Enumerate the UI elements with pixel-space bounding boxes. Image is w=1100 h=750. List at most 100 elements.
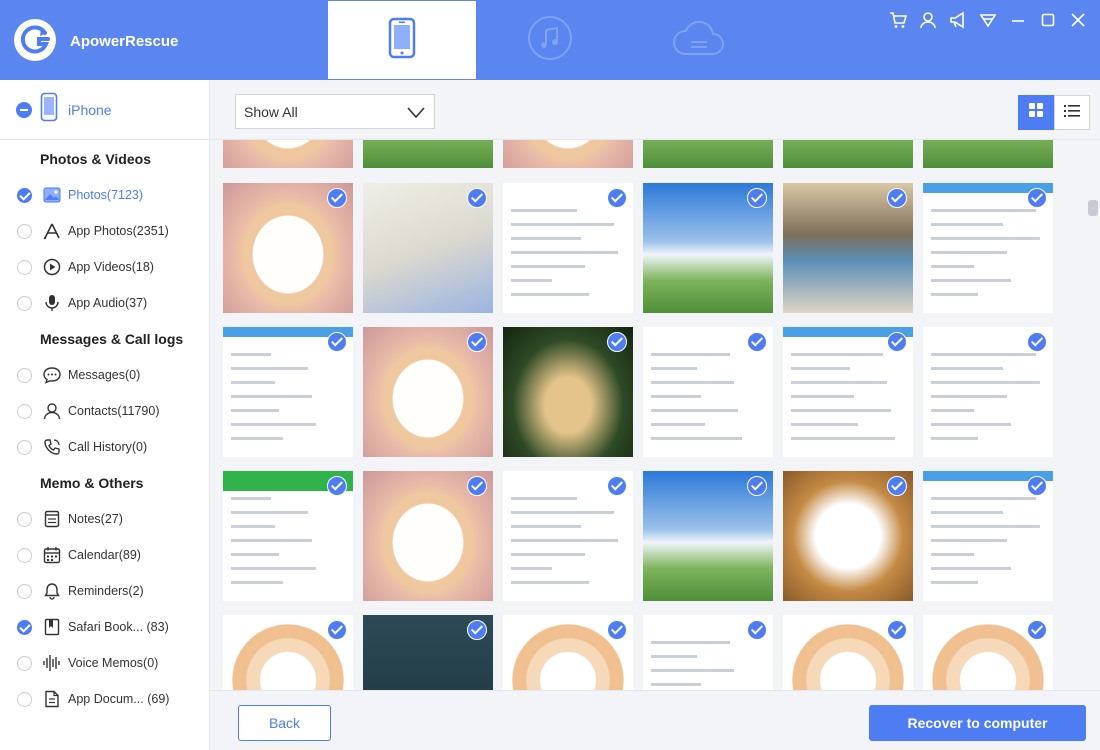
check-icon[interactable] [747,620,767,640]
check-icon[interactable] [327,332,347,352]
checkbox[interactable] [17,511,32,527]
checkbox[interactable] [17,439,32,455]
sidebar-item-call-history[interactable]: Call History(0) [0,429,209,465]
photo-thumbnail[interactable] [923,140,1053,168]
photo-thumbnail[interactable] [363,615,493,690]
check-icon[interactable] [747,188,767,208]
photo-thumbnail[interactable] [643,327,773,457]
check-icon[interactable] [1027,620,1047,640]
check-icon[interactable] [607,188,627,208]
tab-music[interactable] [476,0,624,80]
check-icon[interactable] [887,188,907,208]
photo-thumbnail[interactable] [643,471,773,601]
check-icon[interactable] [607,620,627,640]
filter-dropdown[interactable]: Show All [235,94,435,129]
photo-thumbnail[interactable] [223,471,353,601]
sidebar-item-safari-bookmarks[interactable]: Safari Book... (83) [0,609,209,645]
collapse-icon[interactable] [16,101,32,118]
maximize-icon[interactable] [1038,10,1058,30]
checkbox[interactable] [17,259,32,275]
grid-view-button[interactable] [1018,95,1054,130]
check-icon[interactable] [1027,332,1047,352]
sidebar-item-messages[interactable]: Messages(0) [0,357,209,393]
sidebar-item-app-audio[interactable]: App Audio(37) [0,285,209,321]
megaphone-icon[interactable] [948,10,968,30]
sidebar-item-photos[interactable]: Photos(7123) [0,177,209,213]
photo-thumbnail[interactable] [223,615,353,690]
photo-thumbnail[interactable] [503,615,633,690]
sidebar-item-reminders[interactable]: Reminders(2) [0,573,209,609]
photo-thumbnail[interactable] [363,140,493,168]
check-icon[interactable] [607,476,627,496]
sidebar-item-app-videos[interactable]: App Videos(18) [0,249,209,285]
photo-thumbnail[interactable] [923,471,1053,601]
recover-to-computer-button[interactable]: Recover to computer [869,705,1086,741]
check-icon[interactable] [467,620,487,640]
checkbox[interactable] [17,295,32,311]
checkbox[interactable] [17,691,32,707]
photo-thumbnail[interactable] [503,183,633,313]
photo-thumbnail[interactable] [783,327,913,457]
photo-thumbnail[interactable] [503,471,633,601]
tab-device[interactable] [328,1,476,79]
tab-cloud[interactable] [624,0,772,80]
check-icon[interactable] [887,620,907,640]
check-icon[interactable] [887,332,907,352]
check-icon[interactable] [887,476,907,496]
close-icon[interactable] [1068,10,1088,30]
screenshot-line [931,525,1040,528]
menu-icon[interactable] [978,10,998,30]
vertical-scrollbar[interactable] [1086,140,1100,690]
photo-thumbnail[interactable] [503,327,633,457]
photo-thumbnail[interactable] [643,615,773,690]
check-icon[interactable] [1027,188,1047,208]
cart-icon[interactable] [888,10,908,30]
photo-thumbnail[interactable] [783,183,913,313]
checkbox[interactable] [17,655,32,671]
sidebar-item-app-documents[interactable]: App Docum... (69) [0,681,209,717]
scrollbar-thumb[interactable] [1088,200,1098,216]
check-icon[interactable] [327,476,347,496]
photo-thumbnail[interactable] [363,183,493,313]
photo-thumbnail[interactable] [783,615,913,690]
photo-thumbnail[interactable] [783,471,913,601]
photo-thumbnail[interactable] [223,140,353,168]
checkbox[interactable] [17,403,32,419]
photo-thumbnail[interactable] [923,183,1053,313]
checkbox[interactable] [17,367,32,383]
check-icon[interactable] [1027,476,1047,496]
check-icon[interactable] [747,476,767,496]
check-icon[interactable] [467,188,487,208]
check-icon[interactable] [607,332,627,352]
sidebar-item-contacts[interactable]: Contacts(11790) [0,393,209,429]
photo-thumbnail[interactable] [643,183,773,313]
sidebar-item-voice-memos[interactable]: Voice Memos(0) [0,645,209,681]
sidebar-item-notes[interactable]: Notes(27) [0,501,209,537]
checkbox[interactable] [17,583,32,599]
check-icon[interactable] [747,332,767,352]
device-row[interactable]: iPhone [0,80,209,140]
check-icon[interactable] [467,332,487,352]
sidebar-item-calendar[interactable]: Calendar(89) [0,537,209,573]
photo-thumbnail[interactable] [363,471,493,601]
list-view-button[interactable] [1054,95,1090,130]
checkbox-checked[interactable] [17,187,32,203]
check-icon[interactable] [327,620,347,640]
minimize-icon[interactable] [1008,10,1028,30]
checkbox[interactable] [17,547,32,563]
photo-thumbnail[interactable] [923,327,1053,457]
photo-thumbnail[interactable] [923,615,1053,690]
back-button[interactable]: Back [238,705,331,741]
photo-thumbnail[interactable] [643,140,773,168]
photo-thumbnail[interactable] [223,327,353,457]
photo-thumbnail[interactable] [223,183,353,313]
checkbox[interactable] [17,223,32,239]
sidebar-item-app-photos[interactable]: App Photos(2351) [0,213,209,249]
photo-thumbnail[interactable] [503,140,633,168]
checkbox-checked[interactable] [17,619,32,635]
check-icon[interactable] [327,188,347,208]
check-icon[interactable] [467,476,487,496]
user-icon[interactable] [918,10,938,30]
photo-thumbnail[interactable] [783,140,913,168]
photo-thumbnail[interactable] [363,327,493,457]
